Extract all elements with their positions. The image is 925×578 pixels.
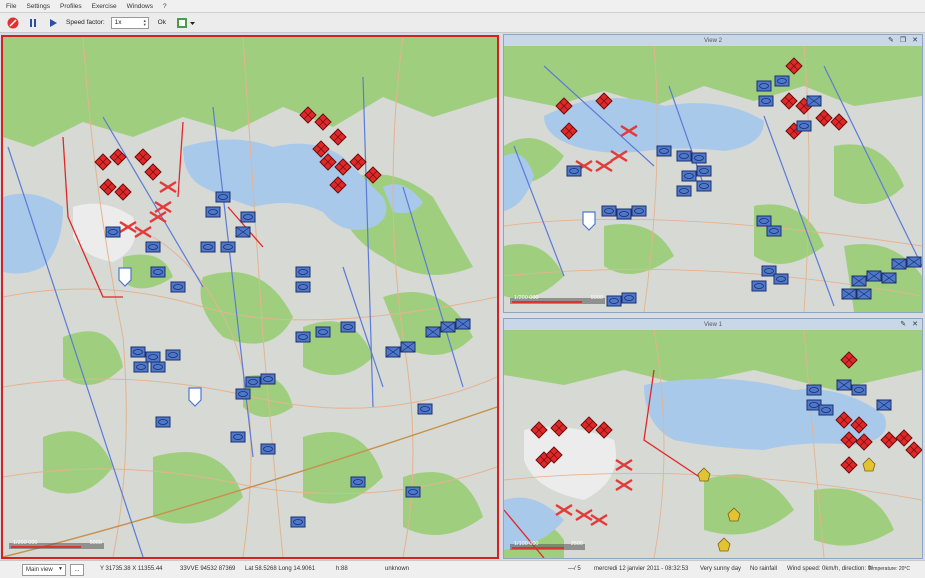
menu-exercise[interactable]: Exercise xyxy=(92,3,117,10)
view-1-scale-bar: 1/100 000 2500 xyxy=(510,541,585,552)
view-1-map[interactable] xyxy=(504,330,922,558)
status-bar: Main view ▼ ... Y 31735.38 X 11355.44 33… xyxy=(0,560,925,578)
wind-readout: Wind speed: 0km/h, direction: 0° xyxy=(787,566,874,572)
view-1-scale-value: 2500 xyxy=(570,541,583,547)
map-tool-button[interactable] xyxy=(175,16,197,30)
pin-icon[interactable]: ✎ xyxy=(888,36,894,44)
ok-button[interactable]: Ok xyxy=(155,19,169,26)
latlong-readout: Lat 58.5268 Long 14.9061 xyxy=(245,566,316,572)
view-2-scale-value: 5000 xyxy=(590,295,603,301)
mgrs-readout: 33VVE 94532 87369 xyxy=(180,566,236,572)
spinner-arrows-icon[interactable]: ▲ ▼ xyxy=(143,18,147,28)
play-button[interactable] xyxy=(46,16,60,30)
main-scale-label: 1/200 000 xyxy=(13,540,38,546)
speed-factor-input[interactable]: 1x ▲ ▼ xyxy=(110,16,149,29)
chevron-down-icon: ▼ xyxy=(58,565,63,572)
speed-factor-value: 1x xyxy=(114,19,122,26)
view-1-titlebar: View 1 ✎ ✕ xyxy=(504,319,922,330)
menu-settings[interactable]: Settings xyxy=(26,3,50,10)
temperature-readout: Temperature: 20°C xyxy=(868,566,911,572)
view-2-title: View 2 xyxy=(704,37,722,44)
main-map[interactable] xyxy=(3,37,497,557)
stop-icon xyxy=(7,17,19,28)
menu-profiles[interactable]: Profiles xyxy=(60,3,82,10)
view-1-panel[interactable]: View 1 ✎ ✕ 1/100 000 2500 xyxy=(503,318,923,559)
rain-readout: No rainfall xyxy=(750,566,778,572)
view-select-value: Main view xyxy=(26,566,53,573)
menu-windows[interactable]: Windows xyxy=(127,3,153,10)
menu-bar: File Settings Profiles Exercise Windows … xyxy=(0,0,925,13)
toolbar: Speed factor: 1x ▲ ▼ Ok xyxy=(0,13,925,33)
view-1-scale-label: 1/100 000 xyxy=(514,541,539,547)
pause-icon xyxy=(30,18,36,27)
menu-file[interactable]: File xyxy=(6,3,16,10)
view-1-title: View 1 xyxy=(704,321,722,328)
view-2-map[interactable] xyxy=(504,46,922,312)
view-2-titlebar: View 2 ✎ ❐ ✕ xyxy=(504,35,922,46)
terrain-readout: unknown xyxy=(385,566,410,572)
close-icon[interactable]: ✕ xyxy=(912,320,918,328)
play-icon xyxy=(50,18,57,27)
close-icon[interactable]: ✕ xyxy=(912,36,918,44)
coords-readout: Y 31735.38 X 11355.44 xyxy=(100,566,163,572)
view-select[interactable]: Main view ▼ xyxy=(22,563,66,576)
time-fraction: —/ 5 xyxy=(568,566,581,572)
view-2-panel[interactable]: View 2 ✎ ❐ ✕ 1/200 000 5000 xyxy=(503,34,923,313)
map-tool-icon xyxy=(176,17,195,28)
view-2-scale-bar: 1/200 000 5000 xyxy=(510,295,605,306)
view-2-scale-label: 1/200 000 xyxy=(514,295,539,301)
speed-factor-label: Speed factor: xyxy=(66,19,105,26)
weather-readout: Very sunny day xyxy=(700,566,742,572)
restore-icon[interactable]: ❐ xyxy=(900,36,906,44)
more-button[interactable]: ... xyxy=(70,563,84,576)
stop-button[interactable] xyxy=(6,16,20,30)
datetime-readout: mercredi 12 janvier 2011 - 08:32:53 xyxy=(594,566,689,572)
menu-help[interactable]: ? xyxy=(163,3,167,10)
main-scale-value: 5000 xyxy=(89,540,102,546)
height-readout: h:88 xyxy=(336,566,348,572)
pin-icon[interactable]: ✎ xyxy=(900,320,906,328)
pause-button[interactable] xyxy=(26,16,40,30)
main-scale-bar: 1/200 000 5000 xyxy=(9,540,104,551)
main-map-view[interactable]: 1/200 000 5000 xyxy=(1,35,499,559)
